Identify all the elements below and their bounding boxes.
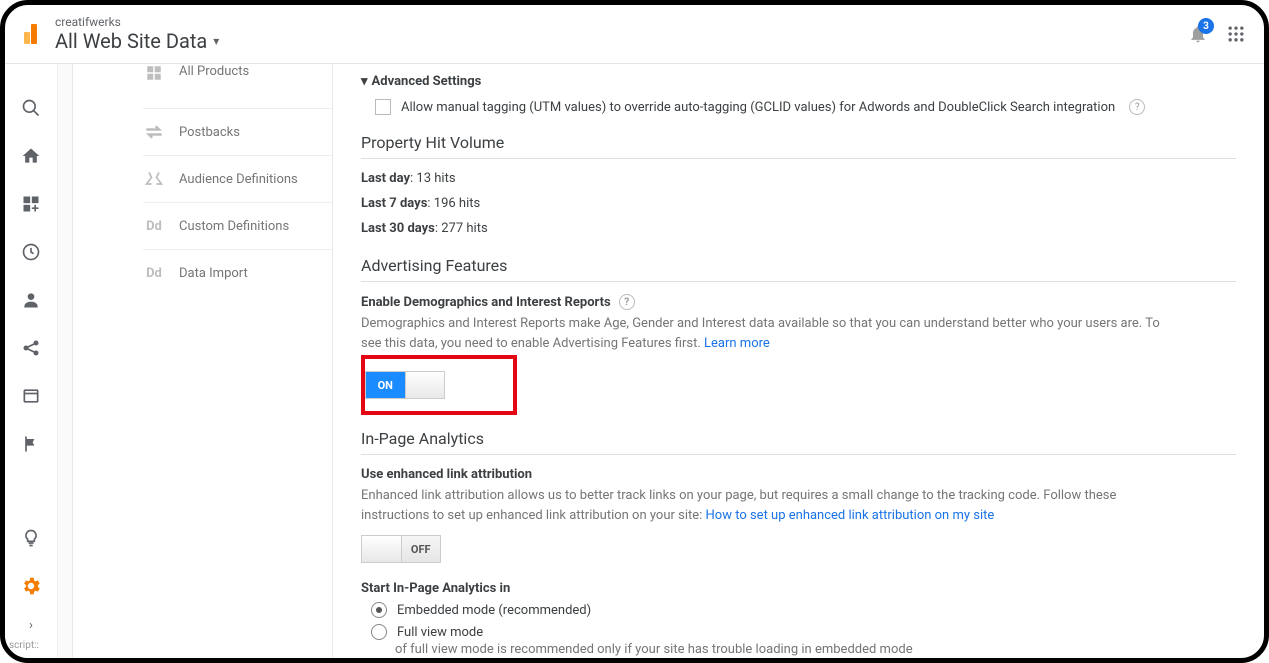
acquisition-button[interactable] [5, 324, 57, 372]
help-icon[interactable]: ? [1129, 99, 1145, 115]
chevron-right-icon: › [29, 618, 33, 633]
hits-last-day: Last day: 13 hits [361, 171, 1236, 186]
expand-rail-button[interactable]: › [29, 610, 33, 640]
sidebar-item-audience-definitions[interactable]: Audience Definitions [143, 156, 332, 203]
radio-icon [371, 602, 387, 618]
view-name: All Web Site Data [55, 29, 207, 53]
sidebar-item-all-products[interactable]: All Products [143, 64, 332, 80]
sidebar-item-label: Custom Definitions [179, 219, 289, 234]
admin-sidebar: All Products Postbacks Audienc [73, 64, 333, 659]
postback-icon [143, 124, 165, 140]
sidebar-item-label: All Products [179, 64, 249, 79]
toggle-knob [405, 372, 445, 398]
sidebar-item-data-import[interactable]: Dd Data Import [143, 250, 332, 296]
advertising-features-title: Advertising Features [361, 256, 1236, 282]
highlight-box: ON [361, 355, 517, 415]
radio-embedded-mode[interactable]: Embedded mode (recommended) [371, 602, 1236, 618]
hits-last-30: Last 30 days: 277 hits [361, 221, 1236, 236]
radio-full-view-label: Full view mode [397, 625, 483, 640]
clock-icon [21, 242, 41, 262]
customization-button[interactable] [5, 180, 57, 228]
demographics-subheading: Enable Demographics and Interest Reports… [361, 294, 1236, 310]
enhanced-link-description: Enhanced link attribution allows us to b… [361, 486, 1161, 525]
audience-icon [143, 170, 165, 188]
sidebar-item-postbacks[interactable]: Postbacks [143, 109, 332, 156]
chevron-down-icon: ▾ [213, 34, 219, 48]
toggle-knob [362, 536, 401, 562]
flag-icon [21, 434, 41, 454]
search-button[interactable] [5, 84, 57, 132]
toggle-off-label: OFF [401, 536, 441, 562]
gear-icon [20, 575, 42, 597]
search-icon [21, 98, 41, 118]
radio-icon [371, 624, 387, 640]
gutter [58, 64, 73, 659]
toggle-on-label: ON [366, 372, 405, 398]
home-icon [21, 146, 41, 166]
sidebar-item-label: Postbacks [179, 125, 240, 140]
advanced-settings-title: Advanced Settings [372, 74, 482, 89]
footer-script-label: script:: [5, 640, 39, 651]
learn-more-link[interactable]: Learn more [704, 336, 770, 351]
grid-icon [143, 64, 165, 80]
enhanced-link-setup-link[interactable]: How to set up enhanced link attribution … [706, 508, 995, 523]
manual-tagging-checkbox-row[interactable]: Allow manual tagging (UTM values) to ove… [375, 99, 1236, 115]
nav-rail: › script:: [5, 64, 58, 659]
home-button[interactable] [5, 132, 57, 180]
sidebar-item-label: Audience Definitions [179, 172, 298, 187]
caret-down-icon: ▾ [361, 74, 368, 89]
account-name: creatifwerks [55, 15, 1188, 29]
manual-tagging-label: Allow manual tagging (UTM values) to ove… [401, 100, 1115, 115]
enhanced-link-toggle[interactable]: OFF [361, 535, 441, 563]
apps-grid-icon [1226, 24, 1246, 44]
property-hit-volume-title: Property Hit Volume [361, 133, 1236, 159]
conversions-button[interactable] [5, 420, 57, 468]
lightbulb-icon [21, 528, 41, 548]
help-icon[interactable]: ? [619, 294, 635, 310]
radio-full-view-mode[interactable]: Full view mode [371, 624, 1236, 640]
enhanced-link-subheading: Use enhanced link attribution [361, 467, 1236, 482]
top-bar: creatifwerks All Web Site Data ▾ 3 [5, 5, 1264, 64]
sidebar-item-custom-definitions[interactable]: Dd Custom Definitions [143, 203, 332, 250]
full-view-note: of full view mode is recommended only if… [395, 642, 1236, 657]
checkbox-icon[interactable] [375, 99, 391, 115]
in-page-analytics-title: In-Page Analytics [361, 429, 1236, 455]
view-selector[interactable]: creatifwerks All Web Site Data ▾ [55, 15, 1188, 53]
hits-last-7: Last 7 days: 196 hits [361, 196, 1236, 211]
notification-badge: 3 [1198, 18, 1214, 34]
start-in-page-label: Start In-Page Analytics in [361, 581, 1236, 596]
dashboard-icon [21, 194, 41, 214]
radio-embedded-label: Embedded mode (recommended) [397, 603, 591, 618]
advanced-settings-toggle[interactable]: ▾ Advanced Settings [361, 74, 1236, 89]
share-icon [21, 338, 41, 358]
dd-icon: Dd [143, 219, 165, 234]
sidebar-item-label: Data Import [179, 266, 248, 281]
person-icon [21, 290, 41, 310]
dd-icon: Dd [143, 266, 165, 281]
demographics-description: Demographics and Interest Reports make A… [361, 314, 1161, 353]
demographics-toggle[interactable]: ON [365, 371, 445, 399]
notifications-button[interactable]: 3 [1188, 24, 1208, 44]
discover-button[interactable] [5, 514, 57, 562]
content-area: ▾ Advanced Settings Allow manual tagging… [333, 64, 1264, 659]
realtime-button[interactable] [5, 228, 57, 276]
apps-button[interactable] [1226, 24, 1246, 44]
audience-button[interactable] [5, 276, 57, 324]
ga-logo [15, 20, 43, 48]
admin-button[interactable] [5, 562, 57, 610]
page-icon [21, 386, 41, 406]
behavior-button[interactable] [5, 372, 57, 420]
